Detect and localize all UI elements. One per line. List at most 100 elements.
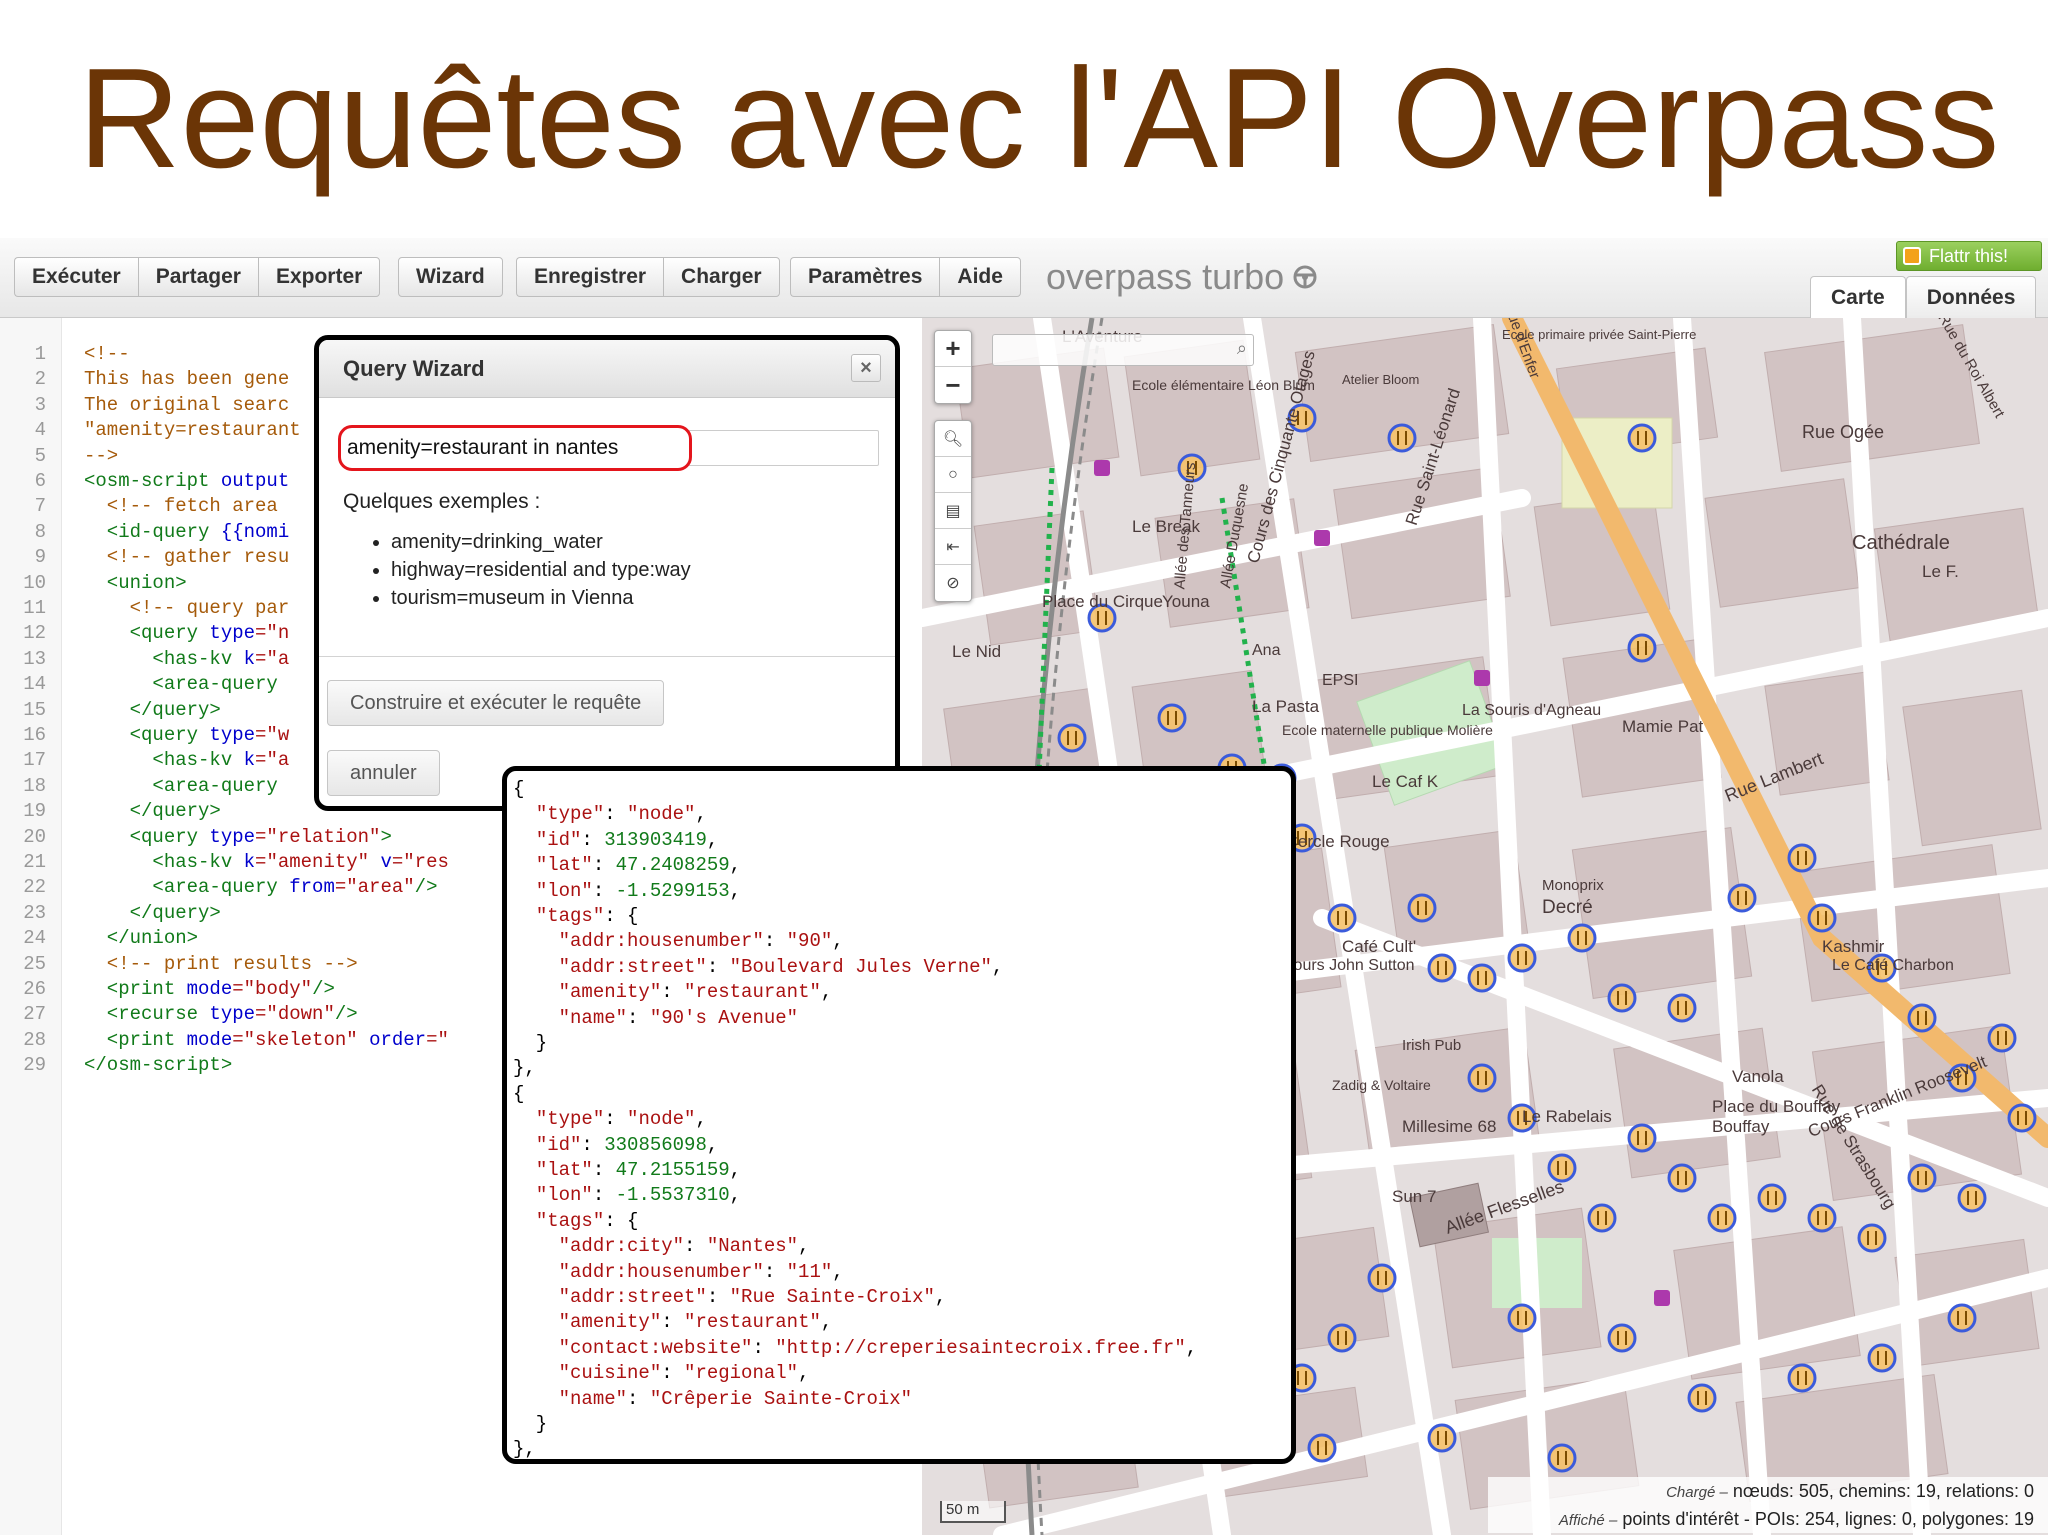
json-line: "id": 313903419,: [513, 828, 718, 853]
toolbar-group-wizard: Wizard: [398, 257, 503, 297]
code-token: </query>: [84, 901, 221, 924]
brand-name: overpass turbo: [1046, 256, 1285, 297]
code-token: output: [220, 470, 290, 492]
json-line: "lon": -1.5537310,: [513, 1183, 741, 1208]
zoom-to-data-icon[interactable]: 🔍︎: [935, 421, 971, 457]
map-search-box[interactable]: ⌕: [992, 334, 1254, 366]
code-token: <has-kv: [84, 647, 244, 670]
code-text: <!-- query par: [84, 596, 290, 621]
load-button[interactable]: Charger: [663, 257, 780, 297]
json-line: {: [513, 777, 524, 802]
json-token: :: [592, 854, 616, 877]
map-label: Ana: [1252, 642, 1281, 659]
code-text: </union>: [84, 926, 198, 951]
wizard-button[interactable]: Wizard: [398, 257, 503, 297]
close-icon[interactable]: ×: [851, 354, 881, 382]
restaurant-marker: [1567, 923, 1597, 953]
json-token: "tags": [535, 905, 605, 927]
line-number: 12: [23, 622, 46, 645]
json-token: :: [592, 1159, 616, 1181]
json-token: "restaurant": [684, 1311, 821, 1334]
stats-shown-value: points d'intérêt - POIs: 254, lignes: 0,…: [1622, 1509, 2034, 1529]
map-label: Café Cult': [1342, 937, 1417, 956]
map-label: Le Rabelais: [1522, 1107, 1612, 1126]
code-token: <osm-script: [84, 470, 221, 492]
code-token: type: [209, 825, 256, 848]
code-token: from: [289, 876, 335, 899]
restaurant-marker: [1467, 963, 1497, 993]
json-line: },: [513, 1056, 536, 1081]
json-token: ,: [729, 1184, 742, 1207]
locate-icon[interactable]: ○: [935, 457, 971, 493]
json-token: :: [627, 1006, 650, 1029]
json-line: "addr:housenumber": "11",: [513, 1260, 844, 1285]
code-text: <query type="w: [84, 723, 290, 748]
code-token: k: [243, 749, 256, 772]
wizard-divider: [319, 656, 895, 657]
restaurant-marker: [1857, 1223, 1887, 1253]
zoom-out-button[interactable]: −: [935, 367, 971, 403]
flattr-label: Flattr this!: [1929, 245, 2009, 266]
json-line: "tags": {: [513, 904, 639, 929]
line-number: 26: [23, 978, 46, 1000]
code-text: </query>: [84, 901, 221, 926]
restaurant-marker: [1607, 1323, 1637, 1353]
json-token: ,: [729, 854, 742, 877]
flattr-button[interactable]: Flattr this!: [1896, 241, 2042, 271]
layers-icon[interactable]: ▤: [935, 493, 971, 529]
code-token: ="n: [255, 622, 290, 645]
json-token: "lon": [535, 1184, 593, 1207]
tab-data[interactable]: Données: [1905, 276, 2037, 318]
json-token: :: [604, 1108, 628, 1131]
code-text: <area-query: [84, 672, 289, 697]
help-button[interactable]: Aide: [939, 257, 1021, 297]
line-number: 23: [23, 901, 46, 924]
save-button[interactable]: Enregistrer: [516, 257, 664, 297]
json-token: "name": [558, 1387, 628, 1410]
json-line: "addr:housenumber": "90",: [513, 929, 844, 954]
code-text: <!-- print results -->: [84, 952, 358, 977]
execute-button[interactable]: Exécuter: [14, 257, 138, 297]
fullscreen-icon[interactable]: ⇤: [935, 529, 971, 565]
code-text: <has-kv k="amenity" v="res: [84, 850, 448, 875]
map-label: Place du Cirque: [1042, 592, 1163, 611]
wizard-query-input[interactable]: [338, 425, 692, 471]
restaurant-marker: [1667, 1163, 1697, 1193]
zoom-in-button[interactable]: +: [935, 331, 971, 367]
code-text: <!-- gather resu: [84, 545, 289, 570]
restaurant-marker: [1807, 1203, 1837, 1233]
hide-data-icon[interactable]: ⊘: [935, 565, 971, 601]
map-label: Monoprix: [1542, 877, 1604, 894]
code-token: ="a: [255, 749, 290, 772]
map-label: Youna: [1162, 592, 1210, 611]
zoom-control: + −: [934, 330, 972, 404]
line-number: 14: [23, 673, 46, 696]
tab-map[interactable]: Carte: [1810, 276, 1906, 318]
map-label: Le Nid: [952, 642, 1002, 661]
code-token: ="skeleton": [232, 1028, 370, 1051]
cancel-button[interactable]: annuler: [327, 750, 440, 796]
json-token: "node": [627, 803, 696, 826]
code-token: <union>: [84, 571, 187, 594]
json-token: "Nantes": [706, 1235, 799, 1258]
json-token: "id": [535, 1133, 582, 1156]
restaurant-marker: [1947, 1303, 1977, 1333]
wizard-examples: amenity=drinking_water highway=residenti…: [369, 528, 691, 612]
shop-icon: [1474, 670, 1490, 686]
json-token: "lat": [535, 854, 593, 877]
json-line: "contact:website": "http://creperiesaint…: [513, 1336, 1198, 1361]
code-text: <!-- fetch area: [84, 494, 289, 519]
restaurant-marker: [1957, 1183, 1987, 1213]
export-button[interactable]: Exporter: [257, 257, 381, 297]
restaurant-marker: [1387, 423, 1417, 453]
code-token: This has been gene: [84, 368, 290, 391]
code-text: <query type="relation">: [84, 825, 392, 850]
code-token: </query>: [84, 698, 221, 721]
map-label: Vanola: [1732, 1067, 1784, 1086]
settings-button[interactable]: Paramètres: [790, 257, 940, 297]
share-button[interactable]: Partager: [137, 257, 258, 297]
restaurant-marker: [1327, 903, 1357, 933]
build-and-run-button[interactable]: Construire et exécuter le requête: [327, 680, 665, 726]
